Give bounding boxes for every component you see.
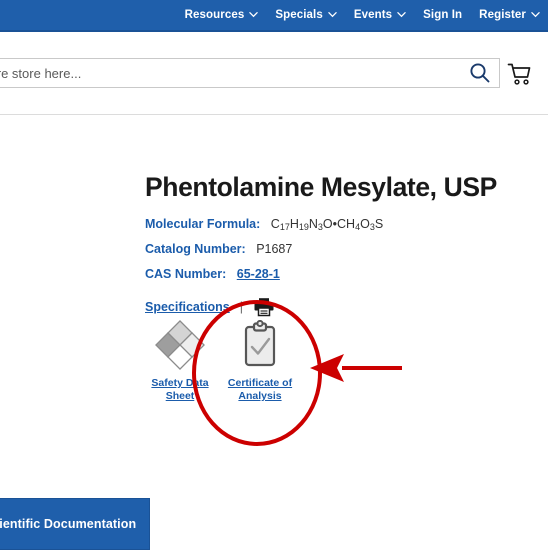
search-input[interactable]: [0, 59, 461, 87]
safety-data-sheet-link[interactable]: Safety Data Sheet: [145, 320, 215, 403]
cas-number-link[interactable]: 65-28-1: [237, 267, 280, 281]
certificate-of-analysis-label-line2: Analysis: [238, 390, 282, 402]
nav-item-specials[interactable]: Specials: [275, 9, 337, 21]
top-navigation-bar: Resources Specials Events Sign In Regist…: [0, 0, 548, 32]
document-links: Safety Data Sheet Certificate of Analysi…: [145, 320, 295, 403]
nav-item-events[interactable]: Events: [354, 9, 406, 21]
safety-data-sheet-label: Safety Data Sheet: [151, 377, 208, 403]
nav-item-register[interactable]: Register: [479, 9, 540, 21]
molecular-formula-row: Molecular Formula: C17H19N3O•CH4O3S: [145, 217, 545, 232]
catalog-number-label: Catalog Number:: [145, 242, 246, 256]
molecular-formula-value: C17H19N3O•CH4O3S: [270, 217, 384, 232]
catalog-number-row: Catalog Number: P1687: [145, 242, 545, 256]
specifications-row: Specifications |: [145, 297, 545, 317]
certificate-of-analysis-link[interactable]: Certificate of Analysis: [225, 320, 295, 403]
annotation-arrow-left: [310, 352, 405, 384]
safety-data-sheet-label-line1: Safety Data: [151, 377, 209, 389]
ghs-diamond-icon: [154, 320, 206, 370]
cas-number-row: CAS Number: 65-28-1: [145, 267, 545, 281]
certificate-of-analysis-label-line1: Certificate of: [227, 377, 293, 389]
nav-item-resources-label: Resources: [184, 9, 245, 21]
catalog-number-value: P1687: [256, 242, 293, 256]
page-title: Phentolamine Mesylate, USP: [145, 172, 497, 202]
specifications-link[interactable]: Specifications: [145, 300, 230, 314]
cas-number-label: CAS Number:: [145, 267, 227, 281]
scientific-documentation-button[interactable]: Scientific Documentation: [0, 498, 150, 550]
nav-item-register-label: Register: [479, 9, 526, 21]
chevron-down-icon: [249, 10, 259, 19]
nav-item-events-label: Events: [353, 9, 393, 21]
search-box[interactable]: [0, 58, 500, 88]
header-divider: [0, 114, 548, 115]
search-icon[interactable]: [469, 62, 491, 84]
clipboard-check-icon: [234, 320, 286, 370]
specifications-separator: |: [239, 300, 243, 314]
certificate-of-analysis-label: Certificate of Analysis: [228, 377, 292, 403]
nav-item-sign-in[interactable]: Sign In: [423, 9, 462, 21]
safety-data-sheet-label-line2: Sheet: [165, 390, 195, 402]
chevron-down-icon: [397, 10, 406, 19]
product-info-block: Phentolamine Mesylate, USP Molecular For…: [145, 172, 545, 317]
nav-item-specials-label: Specials: [275, 9, 323, 21]
scientific-documentation-button-label: Scientific Documentation: [0, 517, 137, 531]
nav-item-sign-in-label: Sign In: [423, 9, 463, 21]
search-bar-row: [0, 40, 548, 92]
shopping-cart-icon[interactable]: [506, 62, 532, 86]
nav-item-resources[interactable]: Resources: [185, 9, 259, 21]
chevron-down-icon: [531, 10, 540, 19]
chevron-down-icon: [328, 10, 337, 19]
printer-icon[interactable]: [253, 297, 275, 317]
molecular-formula-label: Molecular Formula:: [145, 217, 261, 231]
